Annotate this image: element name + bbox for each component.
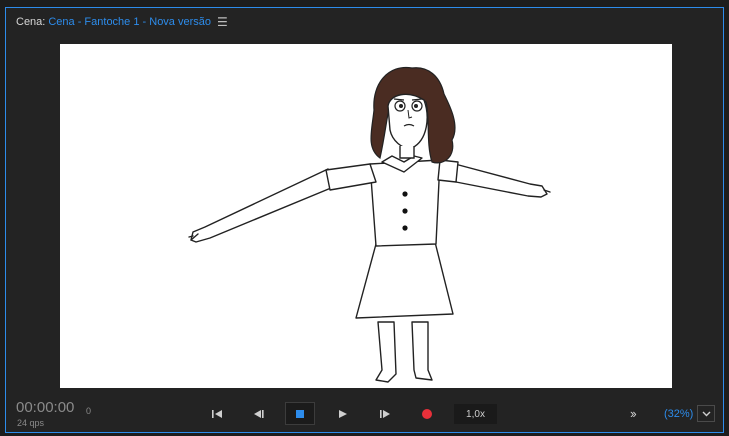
left-sleeve xyxy=(325,163,377,191)
frame-number: 0 xyxy=(86,406,92,416)
frame-rate: 24 qps xyxy=(17,418,45,428)
left-leg xyxy=(375,321,397,383)
step-forward-icon xyxy=(380,410,390,418)
right-arm xyxy=(454,163,548,198)
chevron-down-icon xyxy=(702,411,710,416)
play-button[interactable] xyxy=(332,404,354,424)
stop-button[interactable] xyxy=(285,402,315,425)
shirt-button xyxy=(402,191,408,197)
scene-label: Cena: xyxy=(16,16,46,28)
shirt-button xyxy=(402,208,408,214)
shirt xyxy=(369,159,441,247)
record-button[interactable] xyxy=(416,404,438,424)
step-back-icon xyxy=(254,410,264,418)
scene-panel: Cena: Cena - Fantoche 1 - Nova versão ☰ xyxy=(5,7,724,433)
scene-name-link[interactable]: Cena - Fantoche 1 - Nova versão xyxy=(48,16,211,28)
timecode: 00:00:00 xyxy=(16,399,75,416)
zoom-level[interactable]: (32%) xyxy=(664,408,693,420)
shirt-button xyxy=(402,225,408,231)
more-options-icon[interactable]: ›› xyxy=(630,406,637,421)
panel-header: Cena: Cena - Fantoche 1 - Nova versão ☰ xyxy=(16,14,228,30)
scene-viewport[interactable] xyxy=(60,44,672,388)
left-arm xyxy=(190,168,332,243)
stop-icon xyxy=(296,409,304,418)
go-to-start-button[interactable] xyxy=(206,404,228,424)
skirt xyxy=(355,241,454,319)
skip-start-icon xyxy=(212,410,222,418)
playback-speed[interactable]: 1,0x xyxy=(454,404,497,424)
right-leg xyxy=(411,321,433,381)
zoom-dropdown[interactable] xyxy=(697,405,715,422)
puppet-figure xyxy=(188,66,551,383)
step-forward-button[interactable] xyxy=(374,404,396,424)
hamburger-icon[interactable]: ☰ xyxy=(217,15,228,29)
play-icon xyxy=(339,410,347,418)
step-back-button[interactable] xyxy=(248,404,270,424)
record-icon xyxy=(422,409,432,419)
right-sleeve xyxy=(437,159,459,183)
